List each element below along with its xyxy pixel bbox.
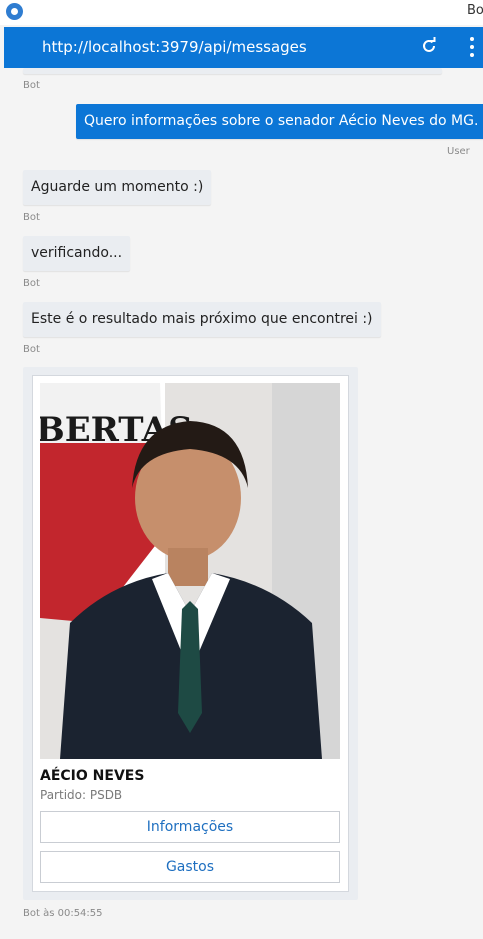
card-title: AÉCIO NEVES [40,768,145,784]
hero-card-message: BERTAS AÉCIO NEVES Partido: PSDB Informa… [23,367,358,900]
refresh-icon[interactable] [420,37,438,55]
bot-message: Este é o resultado mais próximo que enco… [23,302,381,337]
message-sender: Bot [23,80,40,91]
message-sender: Bot [23,278,40,289]
senator-photo: BERTAS [40,383,340,759]
url-text[interactable]: http://localhost:3979/api/messages [42,38,307,56]
bot-message: verificando... [23,236,131,271]
hero-card: BERTAS AÉCIO NEVES Partido: PSDB Informa… [32,375,349,892]
message-sender: User [447,146,470,157]
address-bar: http://localhost:3979/api/messages [4,27,483,68]
chat-history[interactable]: Bot Quero informações sobre o senador Aé… [4,68,483,939]
portrait-image: BERTAS [40,383,340,759]
more-vertical-icon[interactable] [468,36,476,58]
card-subtitle: Partido: PSDB [40,788,123,802]
gastos-button[interactable]: Gastos [40,851,340,883]
card-timestamp: Bot às 00:54:55 [23,908,103,919]
window-titlebar: Bo [0,0,483,25]
window-title: Bo [467,3,483,18]
message-sender: Bot [23,344,40,355]
informacoes-button[interactable]: Informações [40,811,340,843]
app-icon [6,3,23,20]
user-message: Quero informações sobre o senador Aécio … [76,104,483,139]
message-sender: Bot [23,212,40,223]
bot-message-partial [23,68,442,74]
bot-message: Aguarde um momento :) [23,170,212,205]
